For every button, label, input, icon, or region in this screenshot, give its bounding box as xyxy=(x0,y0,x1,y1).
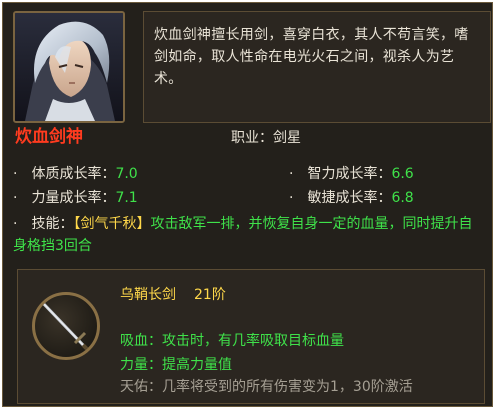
skill-name: 【剑气千秋】 xyxy=(73,216,151,232)
hero-portrait xyxy=(13,11,125,123)
skill-label: 技能： xyxy=(31,216,74,232)
bullet: · xyxy=(13,216,18,232)
weapon-attribute: 吸血：攻击时，有几率吸取目标血量 xyxy=(120,333,344,349)
hero-skill: · 技能：【剑气千秋】攻击敌军一排，并恢复自身一定的血量，同时提升自身格挡3回合 xyxy=(13,213,483,257)
weapon-title: 乌鞘长剑 21阶 xyxy=(120,286,226,304)
stat-agility: · 敏捷成长率：6.8 xyxy=(289,189,414,207)
bullet: · xyxy=(13,166,18,182)
job-value: 剑星 xyxy=(273,130,301,146)
hero-name: 炊血剑神 xyxy=(15,127,83,147)
stat-value: 6.6 xyxy=(391,166,414,182)
weapon-attribute: 力量：提高力量值 xyxy=(120,357,232,373)
stat-intelligence: · 智力成长率：6.6 xyxy=(289,165,414,183)
stat-value: 7.1 xyxy=(115,190,138,206)
stat-value: 6.8 xyxy=(391,190,414,206)
weapon-panel: 乌鞘长剑 21阶 吸血：攻击时，有几率吸取目标血量 力量：提高力量值 天佑：几率将… xyxy=(17,269,485,404)
job-label: 职业： xyxy=(231,130,273,146)
stat-label: 敏捷成长率： xyxy=(307,190,392,206)
hero-portrait-image xyxy=(15,13,123,121)
weapon-name: 乌鞘长剑 xyxy=(120,287,176,303)
bullet: · xyxy=(289,190,294,206)
stat-value: 7.0 xyxy=(115,166,138,182)
hero-job: 职业：剑星 xyxy=(231,129,301,147)
bullet: · xyxy=(13,190,18,206)
stat-strength: · 力量成长率：7.1 xyxy=(13,189,138,207)
stat-label: 力量成长率： xyxy=(31,190,116,206)
bullet: · xyxy=(289,166,294,182)
stat-label: 体质成长率： xyxy=(31,166,116,182)
hero-info-panel: 炊血剑神擅长用剑，喜穿白衣，其人不苟言笑，嗜剑如命，取人性命在电光火石之间，视杀… xyxy=(2,2,493,407)
stat-constitution: · 体质成长率：7.0 xyxy=(13,165,138,183)
sword-icon[interactable] xyxy=(32,292,100,360)
stat-label: 智力成长率： xyxy=(307,166,392,182)
weapon-rank: 21阶 xyxy=(194,287,226,303)
weapon-attribute-locked: 天佑：几率将受到的所有伤害变为1，30阶激活 xyxy=(120,379,413,395)
hero-description: 炊血剑神擅长用剑，喜穿白衣，其人不苟言笑，嗜剑如命，取人性命在电光火石之间，视杀… xyxy=(143,11,491,123)
sword-icon-image xyxy=(39,299,93,355)
